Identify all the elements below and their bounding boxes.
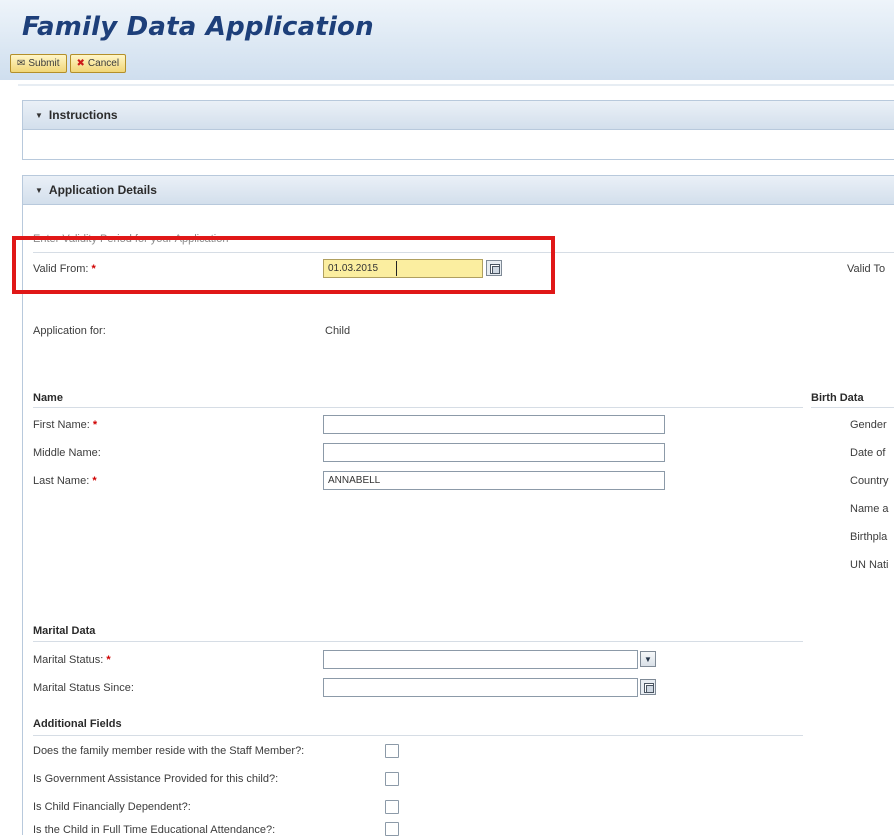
name-at-birth-label: Name a: [850, 503, 889, 515]
application-details-title: Application Details: [48, 183, 157, 197]
last-name-label: Last Name: *: [33, 475, 97, 487]
required-marker: *: [92, 419, 98, 431]
marital-status-label: Marital Status: *: [33, 654, 111, 666]
chevron-down-icon[interactable]: ▼: [640, 651, 656, 667]
un-nationality-label: UN Nati: [850, 559, 889, 571]
page-title: Family Data Application: [22, 12, 374, 42]
middle-name-label: Middle Name:: [33, 447, 101, 459]
highlight-box: [12, 236, 555, 294]
marital-status-since-input[interactable]: [323, 678, 638, 697]
instructions-tray-body: [22, 130, 894, 160]
app-header: Family Data Application ✉ Submit ✖ Cance…: [0, 0, 894, 80]
cancel-button-label: Cancel: [87, 58, 120, 69]
toolbar: ✉ Submit ✖ Cancel: [10, 54, 127, 74]
first-name-input[interactable]: [323, 415, 665, 434]
resides-with-staff-label: Does the family member reside with the S…: [33, 745, 305, 757]
country-label: Country: [850, 475, 889, 487]
marital-data-title: Marital Data: [33, 625, 96, 637]
full-time-education-checkbox[interactable]: [385, 822, 399, 836]
collapse-triangle-icon: ▼: [35, 185, 43, 195]
instructions-tray-header[interactable]: ▼ Instructions: [22, 100, 894, 130]
submit-icon: ✉: [17, 57, 26, 69]
date-of-birth-label: Date of: [850, 447, 886, 459]
gov-assistance-checkbox[interactable]: [385, 772, 399, 786]
gender-label: Gender: [850, 419, 887, 431]
divider: [33, 407, 803, 408]
application-for-value: Child: [325, 325, 351, 337]
divider: [33, 735, 803, 736]
middle-name-input[interactable]: [323, 443, 665, 462]
submit-button-label: Submit: [28, 58, 60, 69]
gov-assistance-label: Is Government Assistance Provided for th…: [33, 773, 279, 785]
divider: [18, 84, 894, 86]
marital-status-since-label: Marital Status Since:: [33, 682, 134, 694]
full-time-education-label: Is the Child in Full Time Educational At…: [33, 824, 276, 836]
close-icon: ✖: [76, 57, 85, 69]
required-marker: *: [92, 475, 97, 487]
financially-dependent-label: Is Child Financially Dependent?:: [33, 801, 191, 813]
marital-status-select[interactable]: [323, 650, 638, 669]
submit-button[interactable]: ✉ Submit: [10, 54, 67, 73]
application-details-tray-body: [22, 205, 894, 835]
name-section-title: Name: [33, 392, 63, 404]
divider: [33, 641, 803, 642]
collapse-triangle-icon: ▼: [35, 110, 43, 120]
birth-data-title: Birth Data: [811, 392, 864, 404]
financially-dependent-checkbox[interactable]: [385, 800, 399, 814]
instructions-title: Instructions: [48, 108, 118, 122]
application-for-label: Application for:: [33, 325, 106, 337]
last-name-input[interactable]: ANNABELL: [323, 471, 665, 490]
first-name-label: First Name: *: [33, 419, 98, 431]
application-details-tray-header[interactable]: ▼ Application Details: [22, 175, 894, 205]
calendar-icon[interactable]: [640, 679, 656, 695]
resides-with-staff-checkbox[interactable]: [385, 744, 399, 758]
cancel-button[interactable]: ✖ Cancel: [69, 54, 127, 73]
additional-fields-title: Additional Fields: [33, 718, 122, 730]
birthplace-label: Birthpla: [850, 531, 888, 543]
required-marker: *: [106, 654, 111, 666]
valid-to-label: Valid To: [847, 263, 886, 275]
divider: [811, 407, 894, 408]
